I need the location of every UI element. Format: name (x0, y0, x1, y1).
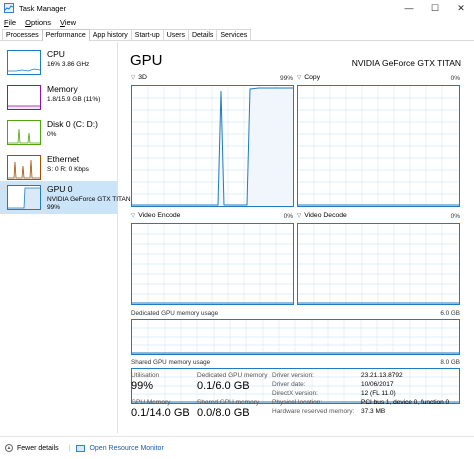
shared-memory-stat-value: 0.0/8.0 GB (197, 407, 250, 419)
fewer-details-label: Fewer details (17, 444, 59, 452)
chevron-up-icon: ▲ (5, 444, 13, 452)
sidebar-item-name: CPU (47, 49, 65, 59)
maximize-button[interactable]: ☐ (422, 0, 448, 16)
close-button[interactable]: ✕ (448, 0, 474, 16)
graph-percent: 0% (450, 75, 460, 82)
physical-location-value: PCI bus 1, device 0, function 0 (361, 399, 450, 406)
divider: | (68, 444, 71, 452)
sidebar-item-detail: 0% (47, 131, 57, 138)
sidebar-item-memory[interactable]: Memory 1.8/15.9 GB (11%) (0, 81, 117, 115)
gpu-memory-label: GPU Memory (131, 399, 171, 406)
gpu-memory-value: 0.1/14.0 GB (131, 407, 190, 419)
sidebar-item-name: Disk 0 (C: D:) (47, 119, 98, 129)
directx-version-label: DirectX version: (272, 390, 318, 397)
sidebar-item-disk[interactable]: Disk 0 (C: D:) 0% (0, 116, 117, 150)
graph-label: Video Encode (138, 212, 181, 219)
cpu-thumbnail (7, 50, 41, 75)
dedicated-memory-max: 6.0 GB (440, 310, 460, 317)
menu-bar: File Options View (0, 16, 474, 29)
footer: ▲ Fewer details | Open Resource Monitor (0, 436, 474, 459)
graph-percent: 0% (283, 213, 293, 220)
window-title: Task Manager (19, 3, 67, 13)
graph-percent: 0% (450, 213, 460, 220)
dedicated-memory-stat-value: 0.1/6.0 GB (197, 380, 250, 392)
driver-date-value: 10/06/2017 (361, 381, 394, 388)
tab-bar: Processes Performance App history Start-… (0, 29, 474, 41)
ethernet-thumbnail (7, 155, 41, 180)
chevron-down-icon: ▽ (297, 74, 302, 81)
menu-options[interactable]: Options (25, 18, 51, 27)
tab-services[interactable]: Services (216, 29, 252, 40)
graph-label: 3D (138, 74, 147, 81)
sidebar-item-ethernet[interactable]: Ethernet S: 0 R: 0 Kbps (0, 151, 117, 185)
gpu-panel: GPU NVIDIA GeForce GTX TITAN ▽ 3D 99% ▽ … (125, 42, 465, 433)
fewer-details-button[interactable]: ▲ Fewer details (5, 444, 59, 452)
graph-copy-plot (298, 86, 459, 206)
graph-dedicated-memory-plot (132, 320, 459, 354)
physical-location-label: Physical location: (272, 399, 323, 406)
graph-video-encode-plot (132, 224, 293, 304)
shared-memory-label: Shared GPU memory usage (131, 359, 211, 366)
tab-app-history[interactable]: App history (88, 29, 132, 40)
gpu-model-name: NVIDIA GeForce GTX TITAN (351, 58, 461, 68)
graph-selector-video-decode[interactable]: ▽ Video Decode (297, 212, 347, 219)
sidebar-item-name: GPU 0 (47, 184, 73, 194)
graph-copy (297, 85, 460, 207)
driver-version-label: Driver version: (272, 372, 314, 379)
reserved-memory-value: 37.3 MB (361, 408, 386, 415)
tab-details[interactable]: Details (187, 29, 218, 40)
tab-users[interactable]: Users (162, 29, 189, 40)
utilisation-label: Utilisation (131, 372, 160, 379)
sidebar-item-name: Memory (47, 84, 78, 94)
resource-monitor-icon (76, 444, 86, 452)
chevron-down-icon: ▽ (131, 74, 136, 81)
open-resource-monitor-link[interactable]: Open Resource Monitor (76, 444, 164, 452)
tab-performance[interactable]: Performance (41, 29, 90, 41)
graph-selector-video-encode[interactable]: ▽ Video Encode (131, 212, 180, 219)
memory-thumbnail (7, 85, 41, 110)
sidebar-item-name: Ethernet (47, 154, 80, 164)
tab-start-up[interactable]: Start-up (130, 29, 164, 40)
graph-selector-copy[interactable]: ▽ Copy (297, 74, 320, 81)
sidebar-item-detail: S: 0 R: 0 Kbps (47, 166, 89, 173)
chevron-down-icon: ▽ (297, 212, 302, 219)
title-bar: Task Manager — ☐ ✕ (0, 0, 474, 16)
driver-date-label: Driver date: (272, 381, 306, 388)
driver-version-value: 23.21.13.8792 (361, 372, 403, 379)
graph-label: Video Decode (304, 212, 347, 219)
task-manager-icon (4, 3, 14, 13)
gpu-thumbnail (7, 185, 41, 210)
disk-thumbnail (7, 120, 41, 145)
sidebar-item-detail: 16% 3.86 GHz (47, 61, 90, 68)
graph-dedicated-memory (131, 319, 460, 355)
graph-label: Copy (304, 74, 321, 81)
graph-3d-plot (132, 86, 293, 206)
graph-video-encode (131, 223, 294, 305)
dedicated-memory-label: Dedicated GPU memory usage (131, 310, 219, 317)
sidebar-item-detail: NVIDIA GeForce GTX TITAN (47, 196, 131, 203)
sidebar-item-detail: 1.8/15.9 GB (11%) (47, 96, 101, 103)
chevron-down-icon: ▽ (131, 212, 136, 219)
page-title: GPU (130, 52, 163, 69)
minimize-button[interactable]: — (396, 0, 422, 16)
sidebar-item-usage: 99% (47, 204, 61, 211)
graph-video-decode (297, 223, 460, 305)
shared-memory-stat-label: Shared GPU memory (197, 399, 260, 406)
directx-version-value: 12 (FL 11.0) (361, 390, 396, 397)
reserved-memory-label: Hardware reserved memory: (272, 408, 355, 415)
graph-percent: 99% (279, 75, 293, 82)
sidebar: CPU 16% 3.86 GHz Memory 1.8/15.9 GB (11%… (0, 42, 131, 433)
tab-processes[interactable]: Processes (2, 29, 43, 40)
graph-video-decode-plot (298, 224, 459, 304)
sidebar-item-gpu[interactable]: GPU 0 NVIDIA GeForce GTX TITAN 99% (0, 181, 131, 214)
shared-memory-max: 8.0 GB (440, 359, 460, 366)
menu-file[interactable]: File (4, 18, 16, 27)
dedicated-memory-stat-label: Dedicated GPU memory (197, 372, 268, 379)
graph-3d (131, 85, 294, 207)
utilisation-value: 99% (131, 380, 154, 392)
open-resource-monitor-label: Open Resource Monitor (89, 444, 164, 452)
menu-view[interactable]: View (60, 18, 76, 27)
graph-selector-3d[interactable]: ▽ 3D (131, 74, 147, 81)
sidebar-item-cpu[interactable]: CPU 16% 3.86 GHz (0, 46, 117, 80)
